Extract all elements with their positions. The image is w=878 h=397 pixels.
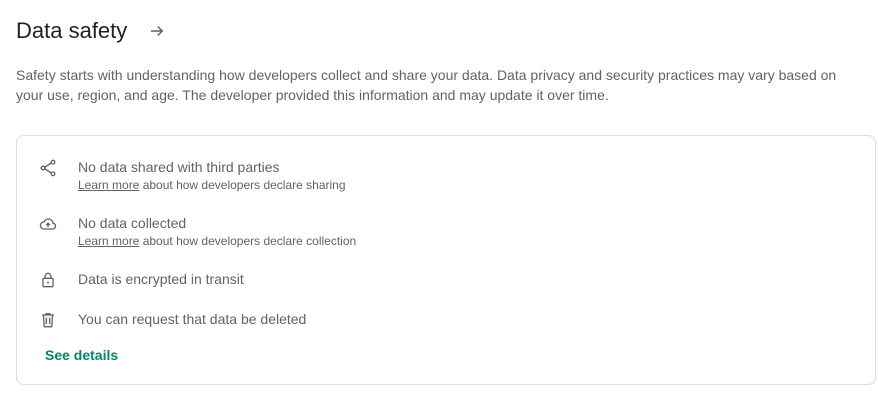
item-sublabel-text: about how developers declare sharing	[139, 178, 346, 192]
share-icon	[37, 157, 59, 179]
cloud-upload-icon	[37, 213, 59, 235]
item-label: No data shared with third parties	[78, 159, 280, 175]
arrow-right-icon	[151, 25, 164, 37]
lock-icon	[37, 269, 59, 291]
learn-more-link[interactable]: Learn more	[78, 234, 139, 248]
item-sublabel: Learn more about how developers declare …	[78, 177, 346, 193]
item-data-sharing: No data shared with third parties Learn …	[37, 157, 346, 193]
data-safety-card: No data shared with third parties Learn …	[16, 135, 876, 385]
section-description: Safety starts with understanding how dev…	[16, 67, 837, 103]
trash-icon	[37, 309, 59, 331]
item-label: Data is encrypted in transit	[78, 271, 244, 287]
item-label: You can request that data be deleted	[78, 311, 307, 327]
item-label: No data collected	[78, 215, 187, 231]
learn-more-link[interactable]: Learn more	[78, 178, 139, 192]
item-data-collection: No data collected Learn more about how d…	[37, 213, 356, 249]
item-deletion: You can request that data be deleted	[37, 309, 306, 331]
see-more-button[interactable]	[143, 17, 171, 45]
item-encryption: Data is encrypted in transit	[37, 269, 244, 291]
section-title: Data safety	[16, 18, 128, 43]
see-details-link[interactable]: See details	[45, 347, 118, 363]
item-sublabel-text: about how developers declare collection	[139, 234, 357, 248]
section-header: Data safety	[16, 14, 171, 48]
item-sublabel: Learn more about how developers declare …	[78, 233, 356, 249]
